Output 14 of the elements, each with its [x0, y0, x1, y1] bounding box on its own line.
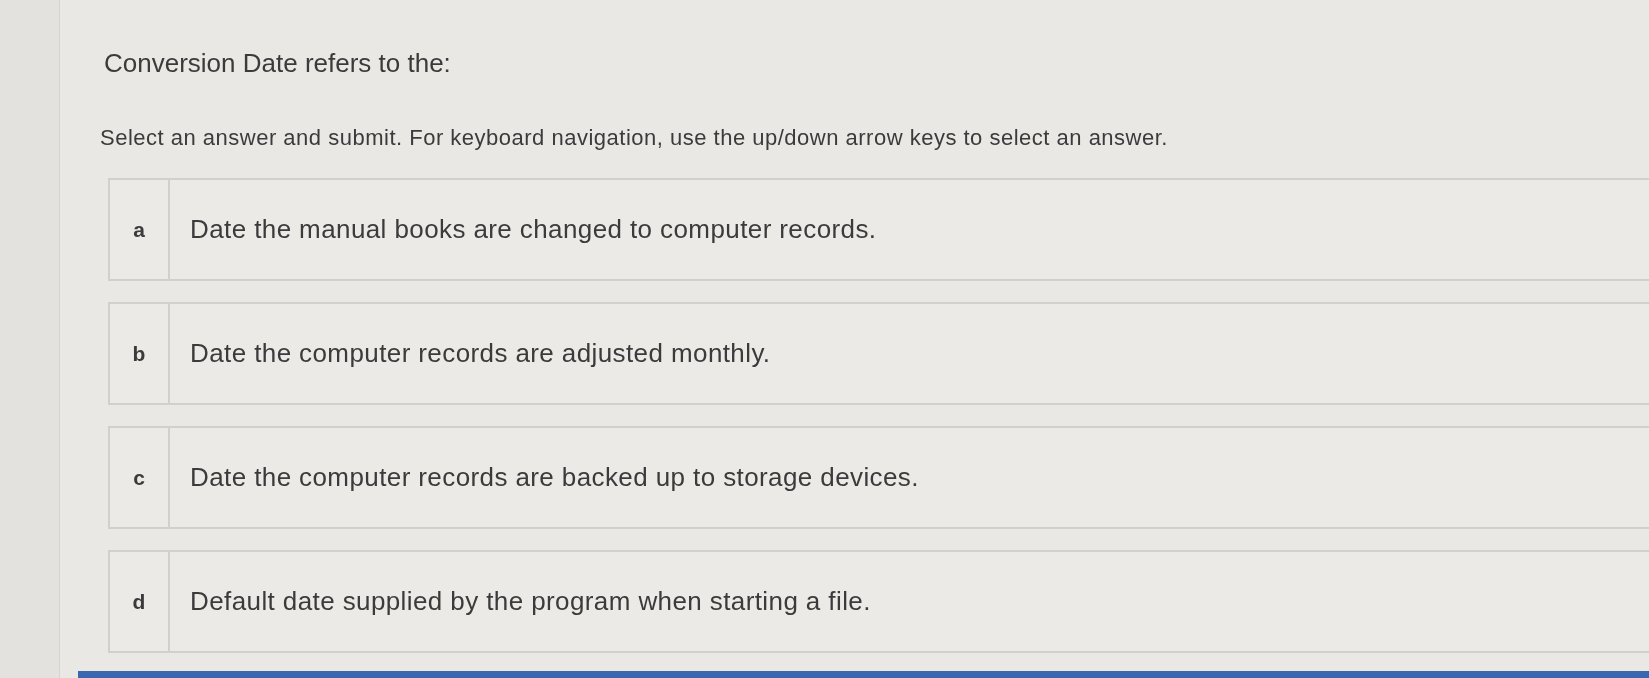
answer-option[interactable]: c Date the computer records are backed up to storage devices. — [108, 426, 1649, 529]
option-letter: d — [110, 552, 170, 651]
answer-option[interactable]: b Date the computer records are adjusted monthly. — [108, 302, 1649, 405]
option-text: Date the computer records are adjusted monthly. — [189, 337, 771, 370]
answer-option[interactable]: a Date the manual books are changed to computer records. — [108, 178, 1649, 281]
option-text: Date the computer records are backed up to storage devices. — [189, 461, 919, 494]
instructions-text: Select an answer and submit. For keyboard navigation, use the up/down arrow keys to select an answer. — [100, 124, 1168, 152]
answer-option[interactable]: d Default date supplied by the program when starting a file. — [108, 550, 1649, 653]
option-text: Default date supplied by the program when starting a file. — [189, 585, 871, 618]
option-letter: c — [110, 428, 170, 527]
option-letter: b — [110, 304, 170, 403]
question-text: Conversion Date refers to the: — [104, 47, 451, 79]
option-letter: a — [110, 180, 170, 279]
option-text: Date the manual books are changed to computer records. — [189, 213, 877, 246]
